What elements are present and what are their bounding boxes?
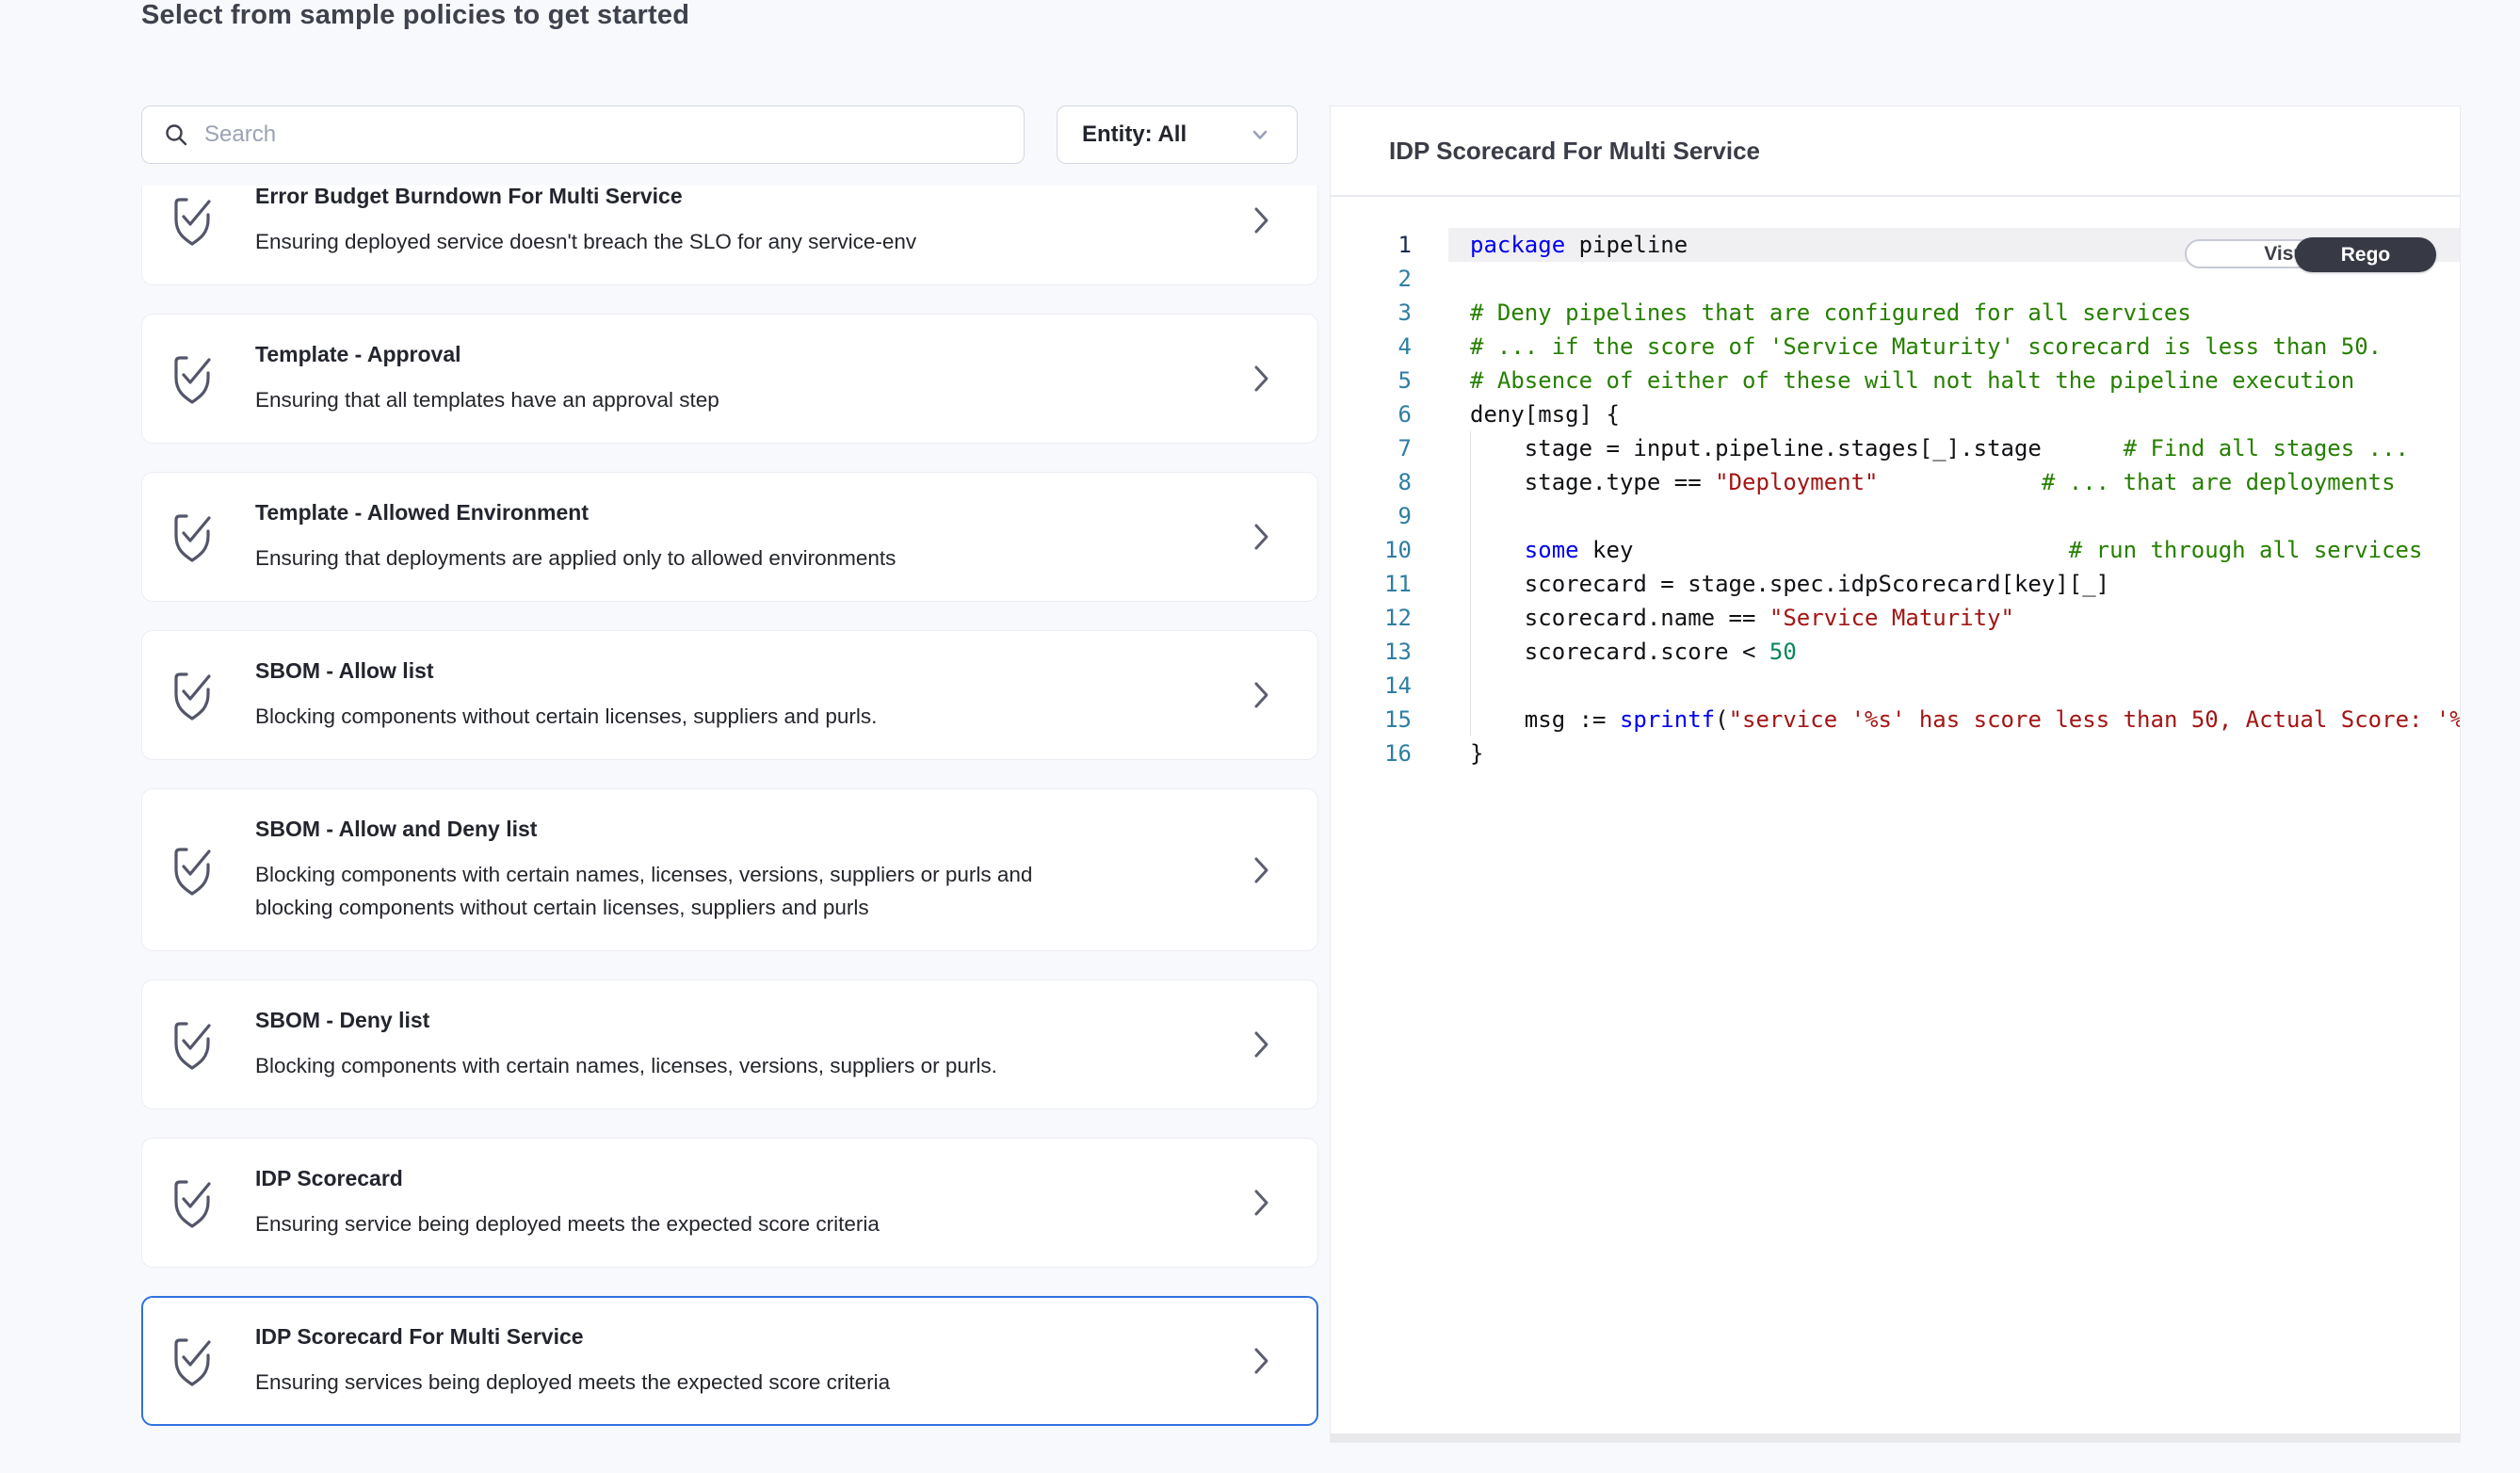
shield-check-icon: [170, 195, 216, 246]
policy-card[interactable]: IDP Scorecard Ensuring service being dep…: [141, 1138, 1318, 1268]
code-line: 9: [1331, 499, 2460, 533]
code-line-content: msg := sprintf("service '%s' has score l…: [1448, 703, 2460, 736]
chevron-right-icon: [1246, 1186, 1276, 1220]
policy-description: Ensuring deployed service doesn't breach…: [255, 225, 916, 258]
policy-list[interactable]: Error Budget Burndown For Multi Service …: [141, 186, 1318, 1473]
code-line: 16 }: [1331, 736, 2460, 770]
policy-description: Ensuring that all templates have an appr…: [255, 383, 719, 416]
code-line: 4 # ... if the score of 'Service Maturit…: [1331, 330, 2460, 364]
code-line-content: # ... if the score of 'Service Maturity'…: [1448, 330, 2460, 364]
code-line: 11 scorecard = stage.spec.idpScorecard[k…: [1331, 567, 2460, 601]
policy-card[interactable]: SBOM - Deny list Blocking components wit…: [141, 979, 1318, 1109]
code-line-content: stage.type == "Deployment" # ... that ar…: [1448, 465, 2460, 499]
indent-guide: [1470, 431, 1471, 736]
code-line-content: stage = input.pipeline.stages[_].stage #…: [1448, 431, 2460, 465]
chevron-right-icon: [1246, 203, 1276, 237]
policy-card[interactable]: SBOM - Allow list Blocking components wi…: [141, 630, 1318, 760]
entity-filter-label: Entity: All: [1082, 121, 1187, 148]
line-number: 14: [1331, 669, 1448, 703]
policy-description: Blocking components with certain names, …: [255, 1049, 997, 1082]
code-line-content: }: [1448, 736, 2460, 770]
shield-check-icon: [170, 511, 216, 562]
line-number: 11: [1331, 567, 1448, 601]
shield-check-icon: [170, 845, 216, 896]
line-number: 13: [1331, 635, 1448, 669]
code-line: 6 deny[msg] {: [1331, 397, 2460, 431]
line-number: 7: [1331, 431, 1448, 465]
policy-card[interactable]: IDP Scorecard For Multi Service Ensuring…: [141, 1296, 1318, 1426]
line-number: 9: [1331, 499, 1448, 533]
code-line: 14: [1331, 669, 2460, 703]
toggle-rego[interactable]: Rego: [2295, 237, 2436, 272]
line-number: 16: [1331, 736, 1448, 770]
policy-title: IDP Scorecard: [255, 1165, 880, 1191]
line-number: 3: [1331, 296, 1448, 330]
shield-check-icon: [170, 670, 216, 720]
policy-description: Ensuring services being deployed meets t…: [255, 1366, 890, 1399]
line-number: 5: [1331, 364, 1448, 397]
policy-title: Template - Allowed Environment: [255, 499, 896, 526]
code-line-content: # Absence of either of these will not ha…: [1448, 364, 2460, 397]
chevron-right-icon: [1246, 362, 1276, 396]
policy-detail-panel: IDP Scorecard For Multi Service 1 packag…: [1330, 105, 2461, 1443]
policy-description: Blocking components with certain names, …: [255, 858, 1065, 924]
code-line: 15 msg := sprintf("service '%s' has scor…: [1331, 703, 2460, 736]
line-number: 10: [1331, 533, 1448, 567]
policy-card[interactable]: Template - Allowed Environment Ensuring …: [141, 472, 1318, 602]
policy-title: IDP Scorecard For Multi Service: [255, 1323, 890, 1350]
search-icon: [163, 121, 189, 148]
search-box: [141, 105, 1025, 164]
policy-title: SBOM - Deny list: [255, 1007, 997, 1033]
code-line-content: [1448, 499, 2460, 533]
line-number: 2: [1331, 262, 1448, 296]
code-line-content: # Deny pipelines that are configured for…: [1448, 296, 2460, 330]
line-number: 15: [1331, 703, 1448, 736]
chevron-right-icon: [1246, 1028, 1276, 1061]
line-number: 1: [1331, 228, 1448, 262]
code-line-content: scorecard = stage.spec.idpScorecard[key]…: [1448, 567, 2460, 601]
code-line-content: deny[msg] {: [1448, 397, 2460, 431]
policy-card[interactable]: Template - Approval Ensuring that all te…: [141, 314, 1318, 444]
entity-filter-dropdown[interactable]: Entity: All: [1057, 105, 1298, 164]
chevron-right-icon: [1246, 853, 1276, 887]
shield-check-icon: [170, 1177, 216, 1228]
policy-title: SBOM - Allow list: [255, 657, 877, 684]
page-title: Select from sample policies to get start…: [141, 0, 689, 31]
code-line: 10 some key # run through all services: [1331, 533, 2460, 567]
horizontal-scrollbar[interactable]: [1331, 1433, 2460, 1442]
policy-title: SBOM - Allow and Deny list: [255, 816, 1065, 842]
code-editor[interactable]: 1 package pipeline 2 3 # Deny pipelines …: [1331, 197, 2460, 1432]
chevron-right-icon: [1246, 1344, 1276, 1378]
chevron-right-icon: [1246, 678, 1276, 712]
policy-card[interactable]: SBOM - Allow and Deny list Blocking comp…: [141, 788, 1318, 951]
code-line-content: some key # run through all services: [1448, 533, 2460, 567]
shield-check-icon: [170, 1019, 216, 1070]
line-number: 8: [1331, 465, 1448, 499]
line-number: 12: [1331, 601, 1448, 635]
line-number: 6: [1331, 397, 1448, 431]
detail-title: IDP Scorecard For Multi Service: [1331, 106, 2460, 197]
code-line-content: scorecard.name == "Service Maturity": [1448, 601, 2460, 635]
shield-check-icon: [170, 353, 216, 404]
code-line: 3 # Deny pipelines that are configured f…: [1331, 296, 2460, 330]
code-line: 8 stage.type == "Deployment" # ... that …: [1331, 465, 2460, 499]
code-line: 13 scorecard.score < 50: [1331, 635, 2460, 669]
line-number: 4: [1331, 330, 1448, 364]
search-input[interactable]: [204, 121, 1003, 148]
policy-description: Blocking components without certain lice…: [255, 700, 877, 733]
code-line: 7 stage = input.pipeline.stages[_].stage…: [1331, 431, 2460, 465]
policy-title: Error Budget Burndown For Multi Service: [255, 186, 916, 209]
policy-description: Ensuring that deployments are applied on…: [255, 542, 896, 575]
visual-rego-toggle: Visual Rego: [2185, 239, 2435, 268]
policy-card[interactable]: Error Budget Burndown For Multi Service …: [141, 186, 1318, 285]
code-line: 5 # Absence of either of these will not …: [1331, 364, 2460, 397]
chevron-down-icon: [1248, 122, 1272, 147]
chevron-right-icon: [1246, 520, 1276, 554]
policy-title: Template - Approval: [255, 341, 719, 367]
code-line-content: scorecard.score < 50: [1448, 635, 2460, 669]
policy-description: Ensuring service being deployed meets th…: [255, 1207, 880, 1240]
shield-check-icon: [170, 1335, 216, 1386]
code-line-content: [1448, 669, 2460, 703]
code-line: 12 scorecard.name == "Service Maturity": [1331, 601, 2460, 635]
